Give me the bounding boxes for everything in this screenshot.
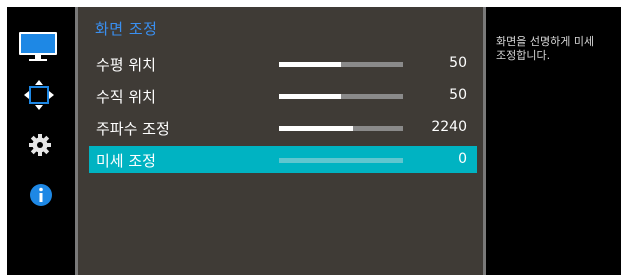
help-panel: 화면을 선명하게 미세 조정합니다. — [486, 7, 621, 275]
value-slider[interactable] — [279, 126, 403, 131]
slider-fill — [279, 62, 341, 67]
screen-position-icon[interactable] — [24, 80, 54, 110]
menu-title: 화면 조정 — [95, 20, 158, 38]
menu-item-horizontal-position[interactable]: 수평 위치 50 — [89, 50, 477, 77]
menu-item-value: 0 — [458, 151, 467, 167]
slider-fill — [279, 94, 341, 99]
menu-item-fine-adjust[interactable]: 미세 조정 0 — [89, 146, 477, 173]
osd-menu: 화면 조정 수평 위치 50 수직 위치 50 주파수 조정 2240 미세 조… — [0, 0, 621, 278]
menu-item-vertical-position[interactable]: 수직 위치 50 — [89, 82, 477, 109]
menu-item-label: 수직 위치 — [96, 88, 156, 106]
menu-item-label: 수평 위치 — [96, 56, 156, 74]
slider-fill — [279, 126, 354, 131]
picture-icon[interactable] — [18, 29, 58, 65]
menu-item-label: 미세 조정 — [96, 152, 156, 170]
menu-item-frequency-adjust[interactable]: 주파수 조정 2240 — [89, 114, 477, 141]
value-slider[interactable] — [279, 158, 403, 163]
menu-item-value: 50 — [449, 55, 467, 71]
menu-item-value: 50 — [449, 87, 467, 103]
information-icon[interactable] — [29, 183, 53, 207]
settings-gear-icon[interactable] — [29, 134, 51, 156]
menu-item-value: 2240 — [431, 119, 467, 135]
value-slider[interactable] — [279, 94, 403, 99]
menu-item-label: 주파수 조정 — [96, 120, 170, 138]
value-slider[interactable] — [279, 62, 403, 67]
help-text: 화면을 선명하게 미세 조정합니다. — [496, 35, 595, 62]
settings-panel — [78, 7, 483, 275]
